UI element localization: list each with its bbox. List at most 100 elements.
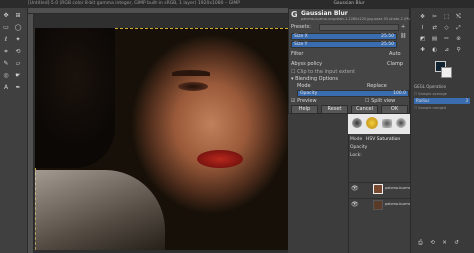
layer-thumbnail xyxy=(373,184,383,194)
warp-icon[interactable]: ⌇ xyxy=(419,25,426,32)
size-y-value: 25.50 xyxy=(381,42,394,47)
ok-button[interactable]: OK xyxy=(381,105,408,114)
photo-hair xyxy=(35,28,115,168)
airbrush-icon[interactable]: ⊛ xyxy=(455,36,462,43)
sample-merged-checkbox[interactable]: ☐ Sample merged xyxy=(414,106,446,110)
eye-icon[interactable]: 👁 xyxy=(351,185,359,192)
layers-mode-label: Mode xyxy=(350,137,363,142)
measure-icon[interactable]: ⊿ xyxy=(443,47,450,54)
filter-value[interactable]: Auto xyxy=(389,51,401,58)
window-title: [Untitled]-5.0 (RGB color 8-bit gamma in… xyxy=(0,0,288,8)
crop-icon[interactable]: ⌗ xyxy=(2,48,10,56)
blending-label: Blending Options xyxy=(295,76,338,82)
clip-checkbox[interactable]: ☐ Clip to the input extent xyxy=(291,69,355,76)
toolbox: ✥ ⊞ ▭ ◯ ℓ ✦ ⌗ ⟲ ✎ ▱ ◎ ☛ A ✒ xyxy=(0,8,28,253)
dodge-icon[interactable]: ◐ xyxy=(431,47,438,54)
radius-label: Radius xyxy=(416,98,430,103)
layers-mode-value[interactable]: HSV Saturation xyxy=(366,137,400,143)
size-x-slider[interactable]: Size X 25.50 xyxy=(291,33,397,40)
restore-options-icon[interactable]: ⟲ xyxy=(429,240,436,247)
background-color-swatch[interactable] xyxy=(441,67,452,78)
abyss-policy-label: Abyss policy xyxy=(291,61,323,67)
presets-dropdown[interactable] xyxy=(319,24,399,31)
scissors-icon[interactable]: ✂ xyxy=(431,14,438,21)
save-options-icon[interactable]: ⎙ xyxy=(417,240,424,247)
radius-slider[interactable]: Radius 3 xyxy=(414,98,470,104)
layer-name: paloma-kuzma-unsplash xyxy=(385,186,410,190)
photo-eye xyxy=(178,82,208,91)
eye-icon[interactable]: 👁 xyxy=(351,201,359,208)
size-y-label: Size Y xyxy=(294,42,308,47)
layers-opacity-label: Opacity xyxy=(350,145,368,150)
presets-label: Presets: xyxy=(291,24,311,30)
scale-icon[interactable]: ⤢ xyxy=(455,25,462,32)
opacity-label: Opacity xyxy=(300,91,318,96)
select-icon[interactable]: ⬚ xyxy=(443,14,450,21)
eraser-icon[interactable]: ▱ xyxy=(14,60,22,68)
opacity-slider[interactable]: Opacity 100.0 xyxy=(297,90,409,97)
abyss-policy-value[interactable]: Clamp xyxy=(387,61,403,68)
radius-value: 3 xyxy=(465,98,468,103)
gaussian-blur-dialog: G Gaussian Blur paloma-kuzma-unsplash-1-… xyxy=(288,8,417,114)
photo-brow xyxy=(172,70,210,76)
zoom-icon[interactable]: ⚲ xyxy=(455,47,462,54)
rect-select-icon[interactable]: ▭ xyxy=(2,24,10,32)
layer-name: paloma-kuzma-unsplash xyxy=(385,202,410,206)
layer-row[interactable]: 👁 paloma-kuzma-unsplash xyxy=(348,182,410,194)
layer-thumbnail xyxy=(373,200,383,210)
move-tool-icon[interactable]: ✥ xyxy=(2,12,10,20)
paintbrush-icon[interactable]: ✎ xyxy=(2,60,10,68)
preview-label: Preview xyxy=(297,98,317,104)
align-tool-icon[interactable]: ⊞ xyxy=(14,12,22,20)
mode-value[interactable]: Replace xyxy=(367,83,387,90)
preview-checkbox[interactable]: ☑ Preview xyxy=(291,98,317,105)
dialog-window-title: Gaussian Blur xyxy=(288,0,410,8)
gradient-icon[interactable]: ▤ xyxy=(431,36,438,43)
cancel-button[interactable]: Cancel xyxy=(351,105,378,114)
color-picker-icon[interactable]: ✒ xyxy=(14,84,22,92)
reset-button[interactable]: Reset xyxy=(321,105,348,114)
horizontal-ruler xyxy=(28,8,288,14)
bucket-fill-icon[interactable]: ◩ xyxy=(419,36,426,43)
paths-icon[interactable]: ⤭ xyxy=(455,14,462,21)
sample-average-checkbox[interactable]: ☐ Sample average xyxy=(414,92,447,96)
opacity-value: 100.0 xyxy=(393,91,406,96)
presets-add-icon[interactable]: + xyxy=(401,24,405,31)
perspective-icon[interactable]: ◇ xyxy=(443,25,450,32)
layers-lock-label: Lock: xyxy=(350,153,362,158)
split-view-checkbox[interactable]: ☐ Split view xyxy=(365,98,395,105)
fuzzy-select-icon[interactable]: ✦ xyxy=(14,36,22,44)
gimp-logo-icon: G xyxy=(291,10,298,19)
delete-options-icon[interactable]: ✕ xyxy=(441,240,448,247)
help-button[interactable]: Help xyxy=(291,105,318,114)
flip-icon[interactable]: ⇄ xyxy=(431,25,438,32)
smudge-icon[interactable]: ☛ xyxy=(14,72,22,80)
size-x-label: Size X xyxy=(294,34,308,39)
size-y-slider[interactable]: Size Y 25.50 xyxy=(291,41,397,48)
heal-icon[interactable]: ✚ xyxy=(419,47,426,54)
mode-label: Mode xyxy=(297,83,311,89)
pencil-icon[interactable]: ✏ xyxy=(443,36,450,43)
lasso-icon[interactable]: ℓ xyxy=(2,36,10,44)
transform-icon[interactable]: ⟲ xyxy=(14,48,22,56)
brushes-preview[interactable] xyxy=(348,114,410,134)
split-view-label: Split view xyxy=(371,98,396,104)
ellipse-select-icon[interactable]: ◯ xyxy=(14,24,22,32)
dock-titlebar xyxy=(410,0,474,8)
photo-lips xyxy=(197,150,243,168)
text-tool-icon[interactable]: A xyxy=(2,84,10,92)
clip-label: Clip to the input extent xyxy=(297,69,356,75)
tool-options-dock: ✥ ✂ ⬚ ⤭ ⌇ ⇄ ◇ ⤢ ◩ ▤ ✏ ⊛ ✚ ◐ ⊿ ⚲ GEGL Ope… xyxy=(410,8,474,253)
gegl-operation-title: GEGL Operation xyxy=(414,84,447,89)
vertical-ruler xyxy=(28,14,34,253)
dialog-subtitle: paloma-kuzma-unsplash-1-1280x220.jpg-aaa… xyxy=(301,17,417,21)
clone-icon[interactable]: ◎ xyxy=(2,72,10,80)
chain-link-icon[interactable]: ⛓ xyxy=(400,33,406,40)
layer-row[interactable]: 👁 paloma-kuzma-unsplash xyxy=(348,198,410,210)
sample-merged-label: Sample merged xyxy=(418,106,447,110)
pointer-icon[interactable]: ✥ xyxy=(419,14,426,21)
sample-average-label: Sample average xyxy=(418,92,447,96)
blending-expander[interactable]: ▾ Blending Options xyxy=(291,76,338,83)
reset-options-icon[interactable]: ↺ xyxy=(453,240,460,247)
filter-label: Filter xyxy=(291,51,304,57)
